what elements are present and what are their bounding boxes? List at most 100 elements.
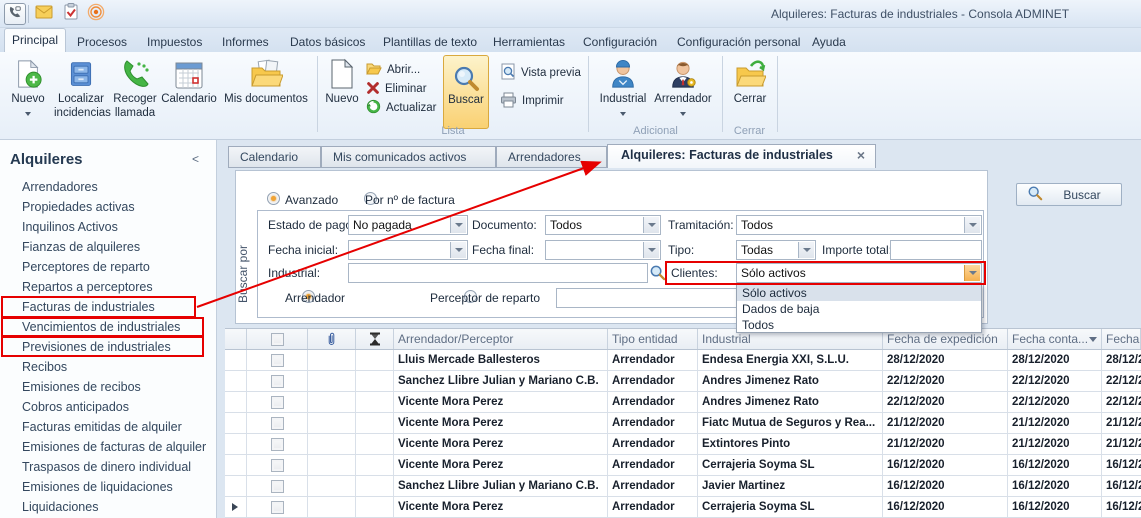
preview-icon [500,63,516,83]
chevron-down-icon[interactable] [964,217,980,233]
sidebar-item-cobros-anticipados[interactable]: Cobros anticipados [22,400,212,417]
estado-de-pago-combo[interactable]: No pagada [348,215,468,235]
chevron-down-icon[interactable] [643,242,659,258]
table-row[interactable]: Vicente Mora PerezArrendador Cerrajeria … [225,455,1141,476]
tramitacion-combo[interactable]: Todos [736,215,982,235]
tasks-button[interactable] [62,5,80,23]
industrial-button[interactable]: Industrial [596,56,650,128]
sidebar-item-fianzas[interactable]: Fianzas de alquileres [22,240,212,257]
sidebar-item-repartos[interactable]: Repartos a perceptores [22,280,212,297]
tab-calendario[interactable]: Calendario [228,146,321,168]
clientes-option-todos[interactable]: Todos [737,317,981,333]
mail-button[interactable] [35,5,53,23]
abrir-button[interactable]: Abrir... [366,61,420,79]
sidebar-item-perceptores[interactable]: Perceptores de reparto [22,260,212,277]
buscar-ribbon-button[interactable]: Buscar [443,55,489,129]
menu-tab-configuracion-personal[interactable]: Configuración personal [677,32,800,52]
sidebar-item-previsiones-industriales[interactable]: Previsiones de industriales [22,340,212,357]
column-filter-icon[interactable] [1089,337,1097,342]
phone-quick-button[interactable] [4,3,26,25]
sidebar-item-recibos[interactable]: Recibos [22,360,212,377]
sidebar-item-facturas-industriales[interactable]: Facturas de industriales [22,300,212,317]
row-checkbox[interactable] [247,434,308,454]
chevron-down-icon[interactable] [450,242,466,258]
row-checkbox[interactable] [247,371,308,391]
menu-tab-impuestos[interactable]: Impuestos [147,32,202,52]
menu-tab-principal[interactable]: Principal [4,28,66,52]
menu-tab-plantillas[interactable]: Plantillas de texto [383,32,477,52]
row-checkbox[interactable] [247,455,308,475]
nuevo-lista-button[interactable]: Nuevo [322,56,362,128]
calendario-button[interactable]: Calendario [160,56,218,128]
sidebar-item-emisiones-recibos[interactable]: Emisiones de recibos [22,380,212,397]
table-row-selected[interactable]: Vicente Mora PerezArrendador Cerrajeria … [225,497,1141,518]
row-checkbox[interactable] [247,497,308,517]
industrial-search-icon[interactable] [649,264,666,286]
localizar-incidencias-button[interactable]: Localizar incidencias [54,56,108,128]
col-fecha-c[interactable]: Fecha c [1102,329,1141,349]
table-row[interactable]: Vicente Mora PerezArrendador Fiatc Mutua… [225,413,1141,434]
importe-total-input[interactable] [890,240,982,260]
sidebar-item-traspasos[interactable]: Traspasos de dinero individual [22,460,212,477]
sidebar-item-emisiones-facturas[interactable]: Emisiones de facturas de alquiler [22,440,212,457]
tipo-combo[interactable]: Todas [736,240,816,260]
table-row[interactable]: Sanchez Llibre Julian y Mariano C.B.Arre… [225,371,1141,392]
sidebar-item-facturas-emitidas[interactable]: Facturas emitidas de alquiler [22,420,212,437]
clientes-option-dados-de-baja[interactable]: Dados de baja [737,301,981,317]
menu-tab-informes[interactable]: Informes [222,32,269,52]
clientes-combo[interactable]: Sólo activos [736,263,982,283]
tab-arrendadores[interactable]: Arrendadores [496,146,607,168]
fecha-final-combo[interactable] [545,240,661,260]
sidebar-item-vencimientos-industriales[interactable]: Vencimientos de industriales [22,320,212,337]
eliminar-button[interactable]: Eliminar [366,80,427,98]
sidebar-collapse-icon[interactable]: < [192,152,199,166]
clientes-option-solo-activos[interactable]: Sólo activos [737,285,981,301]
table-row[interactable]: Vicente Mora PerezArrendador Andres Jime… [225,392,1141,413]
industrial-input[interactable] [348,263,648,283]
nuevo-main-button[interactable]: Nuevo [2,56,54,128]
col-fecha-contable[interactable]: Fecha conta... [1008,329,1102,349]
chevron-down-icon[interactable] [643,217,659,233]
menu-tab-procesos[interactable]: Procesos [77,32,127,52]
col-arrendador-perceptor[interactable]: Arrendador/Perceptor [394,329,608,349]
table-row[interactable]: Sanchez Llibre Julian y Mariano C.B.Arre… [225,476,1141,497]
table-row[interactable]: Vicente Mora PerezArrendador Extintores … [225,434,1141,455]
documento-combo[interactable]: Todos [545,215,661,235]
chevron-down-icon[interactable] [964,265,980,281]
cerrar-button[interactable]: Cerrar [726,56,774,128]
actualizar-button[interactable]: Actualizar [366,99,437,117]
mis-documentos-button[interactable]: Mis documentos [222,56,310,128]
broadcast-button[interactable] [87,5,105,23]
buscar-button[interactable]: Buscar [1016,183,1122,206]
sidebar-item-emisiones-liquidaciones[interactable]: Emisiones de liquidaciones [22,480,212,497]
recoger-llamada-button[interactable]: Recoger llamada [108,56,162,128]
chevron-down-icon[interactable] [450,217,466,233]
row-checkbox[interactable] [247,350,308,370]
row-checkbox[interactable] [247,392,308,412]
avanzado-radio[interactable] [267,192,280,205]
menu-tab-herramientas[interactable]: Herramientas [493,32,565,52]
menu-tab-configuracion[interactable]: Configuración [583,32,657,52]
menu-tab-ayuda[interactable]: Ayuda [812,32,846,52]
paperclip-icon[interactable] [308,329,356,349]
arrendador-button[interactable]: Arrendador [652,56,714,128]
row-checkbox[interactable] [247,476,308,496]
row-checkbox[interactable] [247,413,308,433]
menu-tab-datos-basicos[interactable]: Datos básicos [290,32,365,52]
sidebar-item-liquidaciones[interactable]: Liquidaciones [22,500,212,517]
hourglass-icon[interactable] [356,329,394,349]
chevron-down-icon[interactable] [798,242,814,258]
col-tipo-entidad[interactable]: Tipo entidad [608,329,698,349]
vista-previa-button[interactable]: Vista previa [500,64,581,82]
table-row[interactable]: Lluis Mercade BallesterosArrendador Ende… [225,350,1141,371]
sidebar-item-arrendadores[interactable]: Arrendadores [22,180,212,197]
tab-close-icon[interactable]: × [857,147,865,163]
invoices-table: Arrendador/Perceptor Tipo entidad Indust… [225,328,1141,518]
fecha-inicial-combo[interactable] [348,240,468,260]
select-all-checkbox[interactable] [247,329,308,349]
sidebar-item-inquilinos-activos[interactable]: Inquilinos Activos [22,220,212,237]
imprimir-button[interactable]: Imprimir [500,92,564,110]
tab-mis-comunicados[interactable]: Mis comunicados activos [321,146,496,168]
sidebar-item-propiedades-activas[interactable]: Propiedades activas [22,200,212,217]
tab-facturas-industriales-active[interactable]: Alquileres: Facturas de industriales × [607,144,876,168]
